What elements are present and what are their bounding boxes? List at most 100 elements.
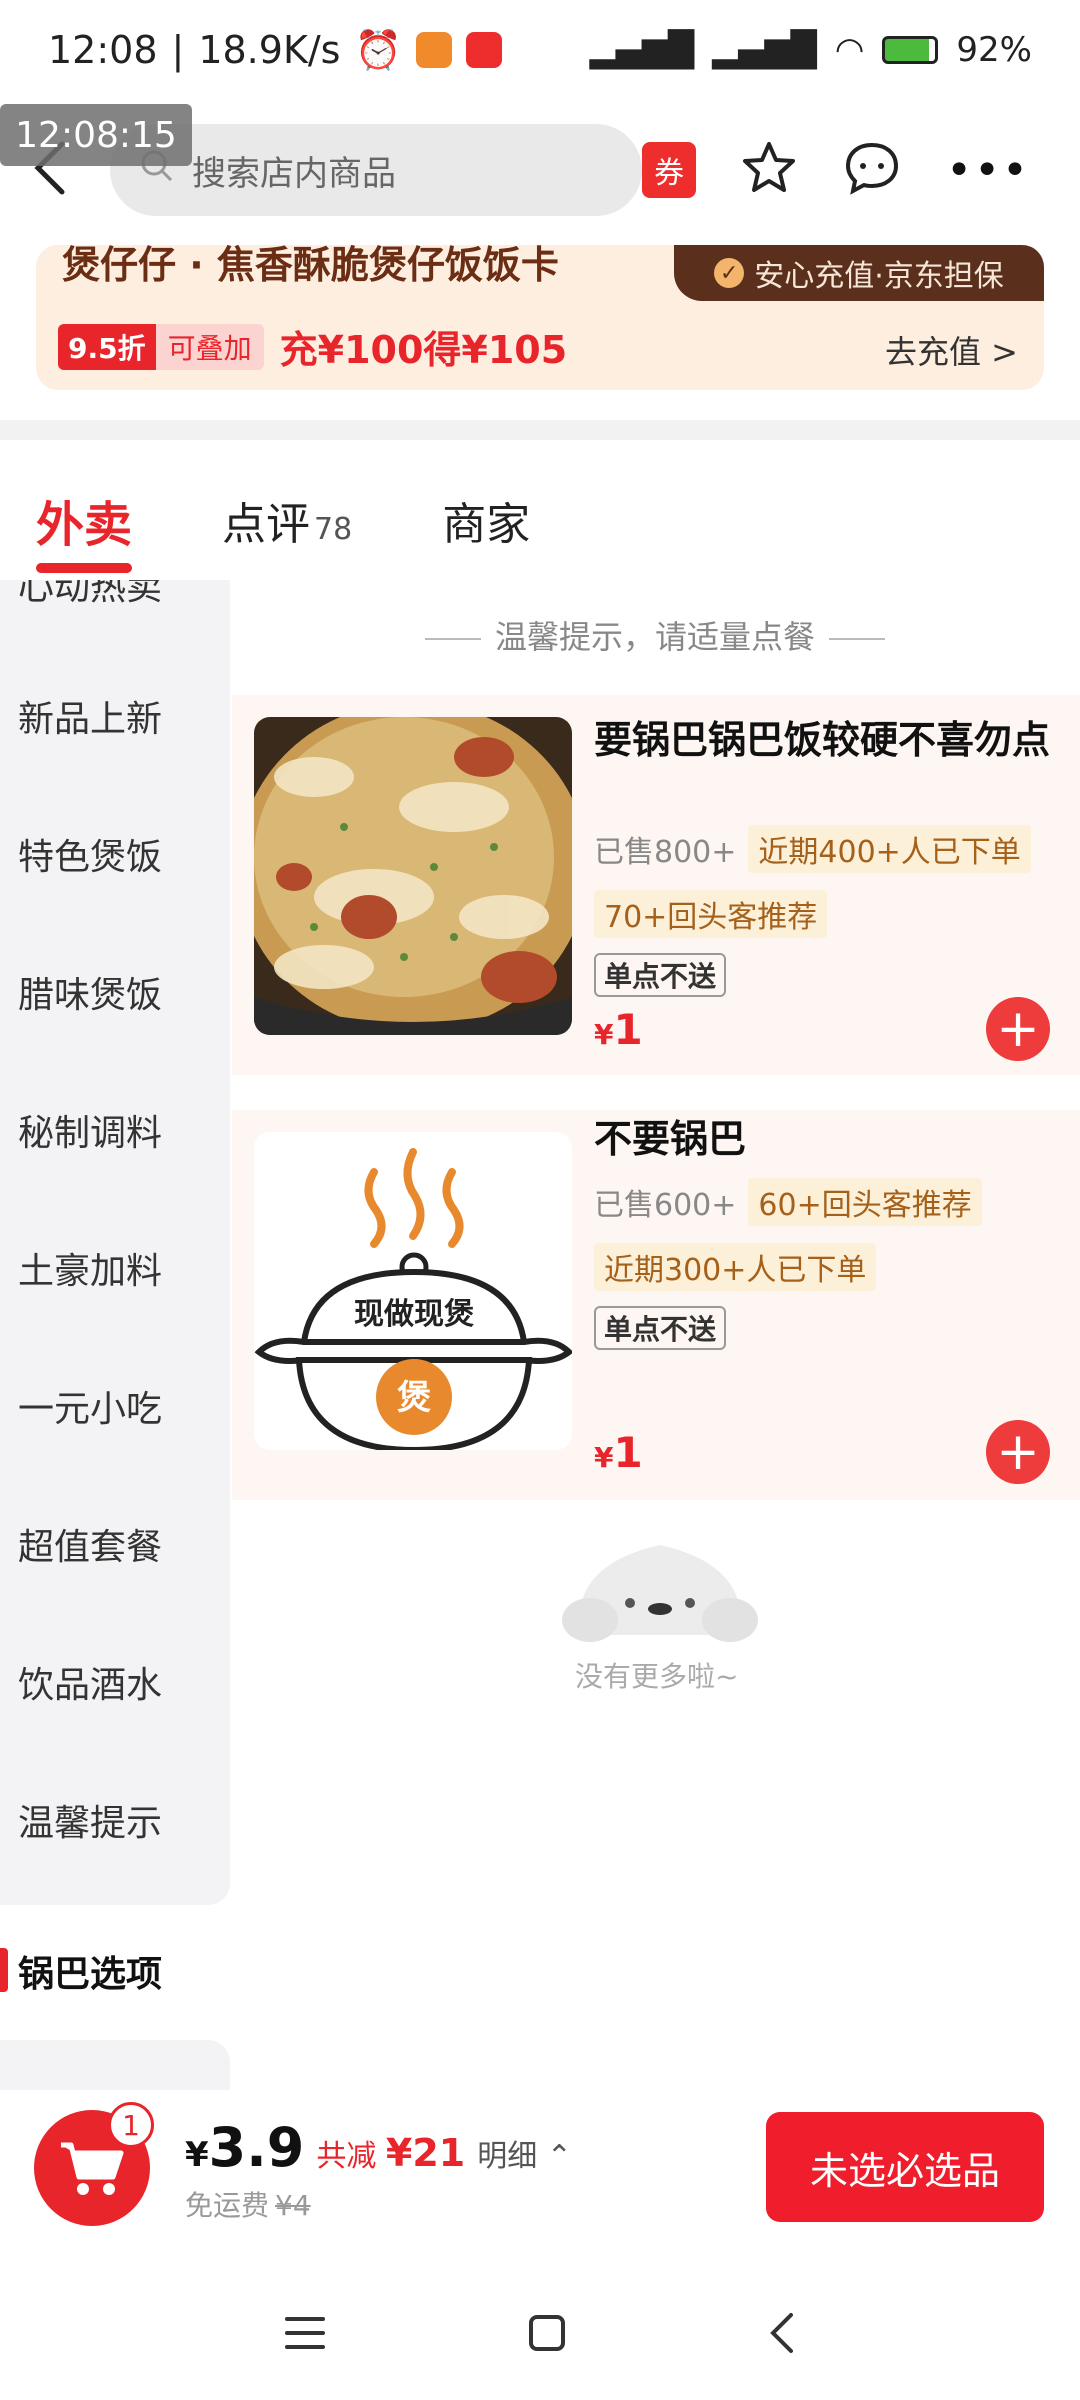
sidebar-item-cured[interactable]: 腊味煲饭 [18, 966, 162, 1018]
repeat-customer-tag: 70+回头客推荐 [594, 890, 828, 938]
currency: ¥ [594, 1441, 614, 1474]
favorite-star-icon[interactable] [740, 139, 798, 201]
product-image[interactable] [254, 717, 572, 1035]
recharge-guarantee-badge: ✓ 安心充值·京东担保 [674, 245, 1044, 301]
review-count: 78 [314, 512, 353, 547]
price-value: 1 [613, 1428, 643, 1477]
battery-icon [882, 36, 939, 64]
menu-icon[interactable] [283, 2313, 327, 2357]
sidebar-item-sauce[interactable]: 秘制调料 [18, 1104, 162, 1156]
chevron-up-icon: ⌃ [546, 2139, 572, 2174]
empty-mascot-icon [560, 1525, 760, 1649]
sidebar-item-new[interactable]: 新品上新 [18, 690, 162, 742]
product-image-text: 现做现煲 [354, 1297, 474, 1332]
product-image[interactable]: 现做现煲 煲 [254, 1132, 572, 1450]
discount-main: 9.5折 [58, 323, 156, 370]
product-stats: 已售600+ 60+回头客推荐 [594, 1178, 982, 1226]
add-to-cart-button[interactable]: + [986, 997, 1050, 1061]
signal-icon: ▂▄▆█ [712, 30, 817, 70]
coupon-icon[interactable]: 券 [642, 142, 697, 198]
discount-tag: 9.5折 可叠加 [58, 323, 264, 370]
sidebar-item-crust-options[interactable]: 锅巴选项 [18, 1945, 162, 1997]
status-time: 12:08 [48, 28, 158, 72]
sidebar-item-drinks[interactable]: 饮品酒水 [18, 1656, 162, 1708]
recharge-card[interactable]: 煲仔仔 · 焦香酥脆煲仔饭饭卡 ✓ 安心充值·京东担保 9.5折 可叠加 充¥1… [36, 245, 1044, 390]
more-icon[interactable]: ••• [946, 145, 1030, 196]
repeat-customer-tag: 60+回头客推荐 [748, 1178, 982, 1226]
wifi-icon: ◠ [834, 30, 865, 70]
battery-level: 92% [956, 30, 1032, 70]
sold-count: 已售800+ [594, 835, 737, 870]
savings-amount: ¥21 [385, 2131, 466, 2175]
shopping-cart-icon [61, 2142, 124, 2195]
sidebar-item-hot[interactable]: 心动热卖 [18, 580, 162, 610]
system-nav-bar [0, 2280, 1080, 2390]
tab-label: 外卖 [36, 497, 133, 553]
product-image-badge: 煲 [397, 1378, 431, 1418]
price-detail-toggle[interactable]: 明细 ⌃ [477, 2131, 572, 2175]
tab-takeout[interactable]: 外卖 [36, 485, 133, 573]
sold-count: 已售600+ [594, 1188, 737, 1223]
ordering-tip: 温馨提示，请适量点餐 [230, 612, 1080, 658]
checkout-button[interactable]: 未选必选品 [766, 2112, 1044, 2222]
sidebar-item-tips[interactable]: 温馨提示 [18, 1794, 162, 1846]
discount-sub: 可叠加 [155, 323, 264, 370]
product-stats: 已售800+ 近期400+人已下单 [594, 825, 1031, 873]
not-delivered-alone-tag: 单点不送 [594, 1306, 727, 1350]
tab-reviews[interactable]: 点评 78 [222, 488, 352, 552]
status-bar: 12:08 | 18.9K/s ⏰ ▂▄▆█ ▂▄▆█ ◠ 92% [0, 0, 1080, 100]
tab-label: 商家 [442, 499, 531, 550]
product-price: ¥1 [594, 1428, 643, 1477]
signal-icon: ▂▄▆█ [589, 30, 695, 70]
detail-label: 明细 [477, 2139, 538, 2174]
tip-divider [829, 638, 885, 640]
home-icon[interactable] [527, 2313, 567, 2357]
recharge-title: 煲仔仔 · 焦香酥脆煲仔饭饭卡 [62, 245, 559, 285]
fee-label: 免运费 [185, 2189, 270, 2222]
sidebar-item-special[interactable]: 特色煲饭 [18, 828, 162, 880]
orders-tag: 近期400+人已下单 [748, 825, 1031, 873]
cart-bar: 1 ¥3.9 共减 ¥21 明细 ⌃ 免运费 ¥4 未选必选品 [0, 2090, 1080, 2250]
price-value: 1 [613, 1005, 643, 1054]
orders-tag: 近期300+人已下单 [594, 1243, 877, 1291]
section-divider [0, 420, 1080, 440]
category-sidebar: 心动热卖 新品上新 特色煲饭 腊味煲饭 秘制调料 土豪加料 一元小吃 超值套餐 … [0, 580, 230, 1905]
back-nav-icon[interactable] [767, 2311, 797, 2359]
app-notification-icon [415, 32, 452, 68]
delivery-fee: 免运费 ¥4 [185, 2184, 311, 2224]
currency: ¥ [594, 1018, 614, 1051]
savings: 共减 ¥21 [316, 2131, 465, 2175]
sidebar-item-snacks[interactable]: 一元小吃 [18, 1380, 162, 1432]
cart-count-badge: 1 [108, 2102, 154, 2148]
customer-service-icon[interactable] [842, 139, 902, 201]
currency: ¥ [185, 2135, 209, 2175]
product-name: 要锅巴锅巴饭较硬不喜勿点 [594, 718, 1051, 762]
savings-label: 共减 [316, 2139, 377, 2174]
sidebar-item-extras[interactable]: 土豪加料 [18, 1242, 162, 1294]
check-shield-icon: ✓ [714, 258, 745, 288]
product-name: 不要锅巴 [594, 1117, 747, 1161]
recharge-button[interactable]: 去充值 > [885, 327, 1018, 373]
add-to-cart-button[interactable]: + [986, 1420, 1050, 1484]
sidebar-item-combos[interactable]: 超值套餐 [18, 1518, 162, 1570]
no-more-text: 没有更多啦~ [575, 1660, 739, 1693]
product-card[interactable]: 要锅巴锅巴饭较硬不喜勿点 已售800+ 近期400+人已下单 70+回头客推荐 … [232, 695, 1080, 1075]
product-price: ¥1 [594, 1005, 643, 1054]
network-speed: 18.9K/s [198, 28, 341, 72]
total-price: 3.9 [208, 2116, 305, 2179]
product-card[interactable]: 现做现煲 煲 不要锅巴 已售600+ 60+回头客推荐 近期300+人已下单 单… [232, 1110, 1080, 1500]
status-divider: | [171, 28, 185, 72]
tab-label: 点评 [222, 499, 311, 550]
alarm-icon: ⏰ [354, 27, 402, 72]
time-overlay: 12:08:15 [0, 104, 192, 166]
product-stats: 近期300+人已下单 [594, 1243, 877, 1291]
app-notification-icon [465, 32, 502, 68]
search-placeholder: 搜索店内商品 [192, 153, 396, 194]
not-delivered-alone-tag: 单点不送 [594, 953, 727, 997]
cart-total: ¥3.9 共减 ¥21 明细 ⌃ [185, 2116, 572, 2179]
recharge-offer: 充¥100得¥105 [279, 328, 568, 372]
product-stats: 70+回头客推荐 [594, 890, 828, 938]
recharge-badge-text: 安心充值·京东担保 [754, 259, 1004, 294]
tip-divider [424, 638, 481, 640]
tab-merchant[interactable]: 商家 [442, 488, 530, 552]
